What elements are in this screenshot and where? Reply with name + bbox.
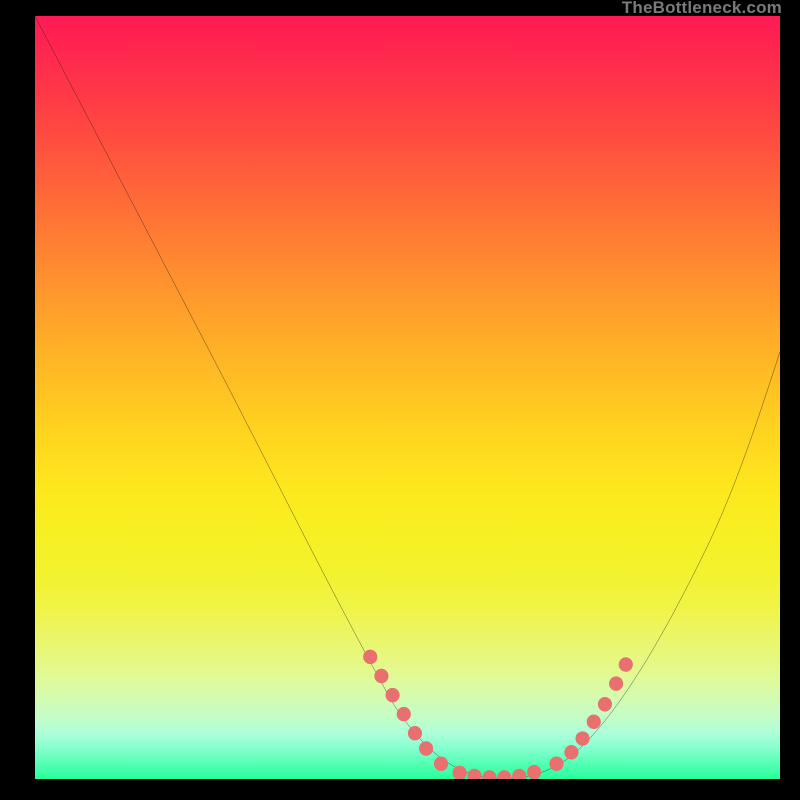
highlight-dots <box>363 650 633 779</box>
chart-container: TheBottleneck.com <box>0 0 800 800</box>
chart-frame <box>0 0 800 800</box>
bottleneck-curve-chart <box>35 16 780 779</box>
bottleneck-curve <box>35 16 780 779</box>
watermark-text: TheBottleneck.com <box>622 0 782 18</box>
